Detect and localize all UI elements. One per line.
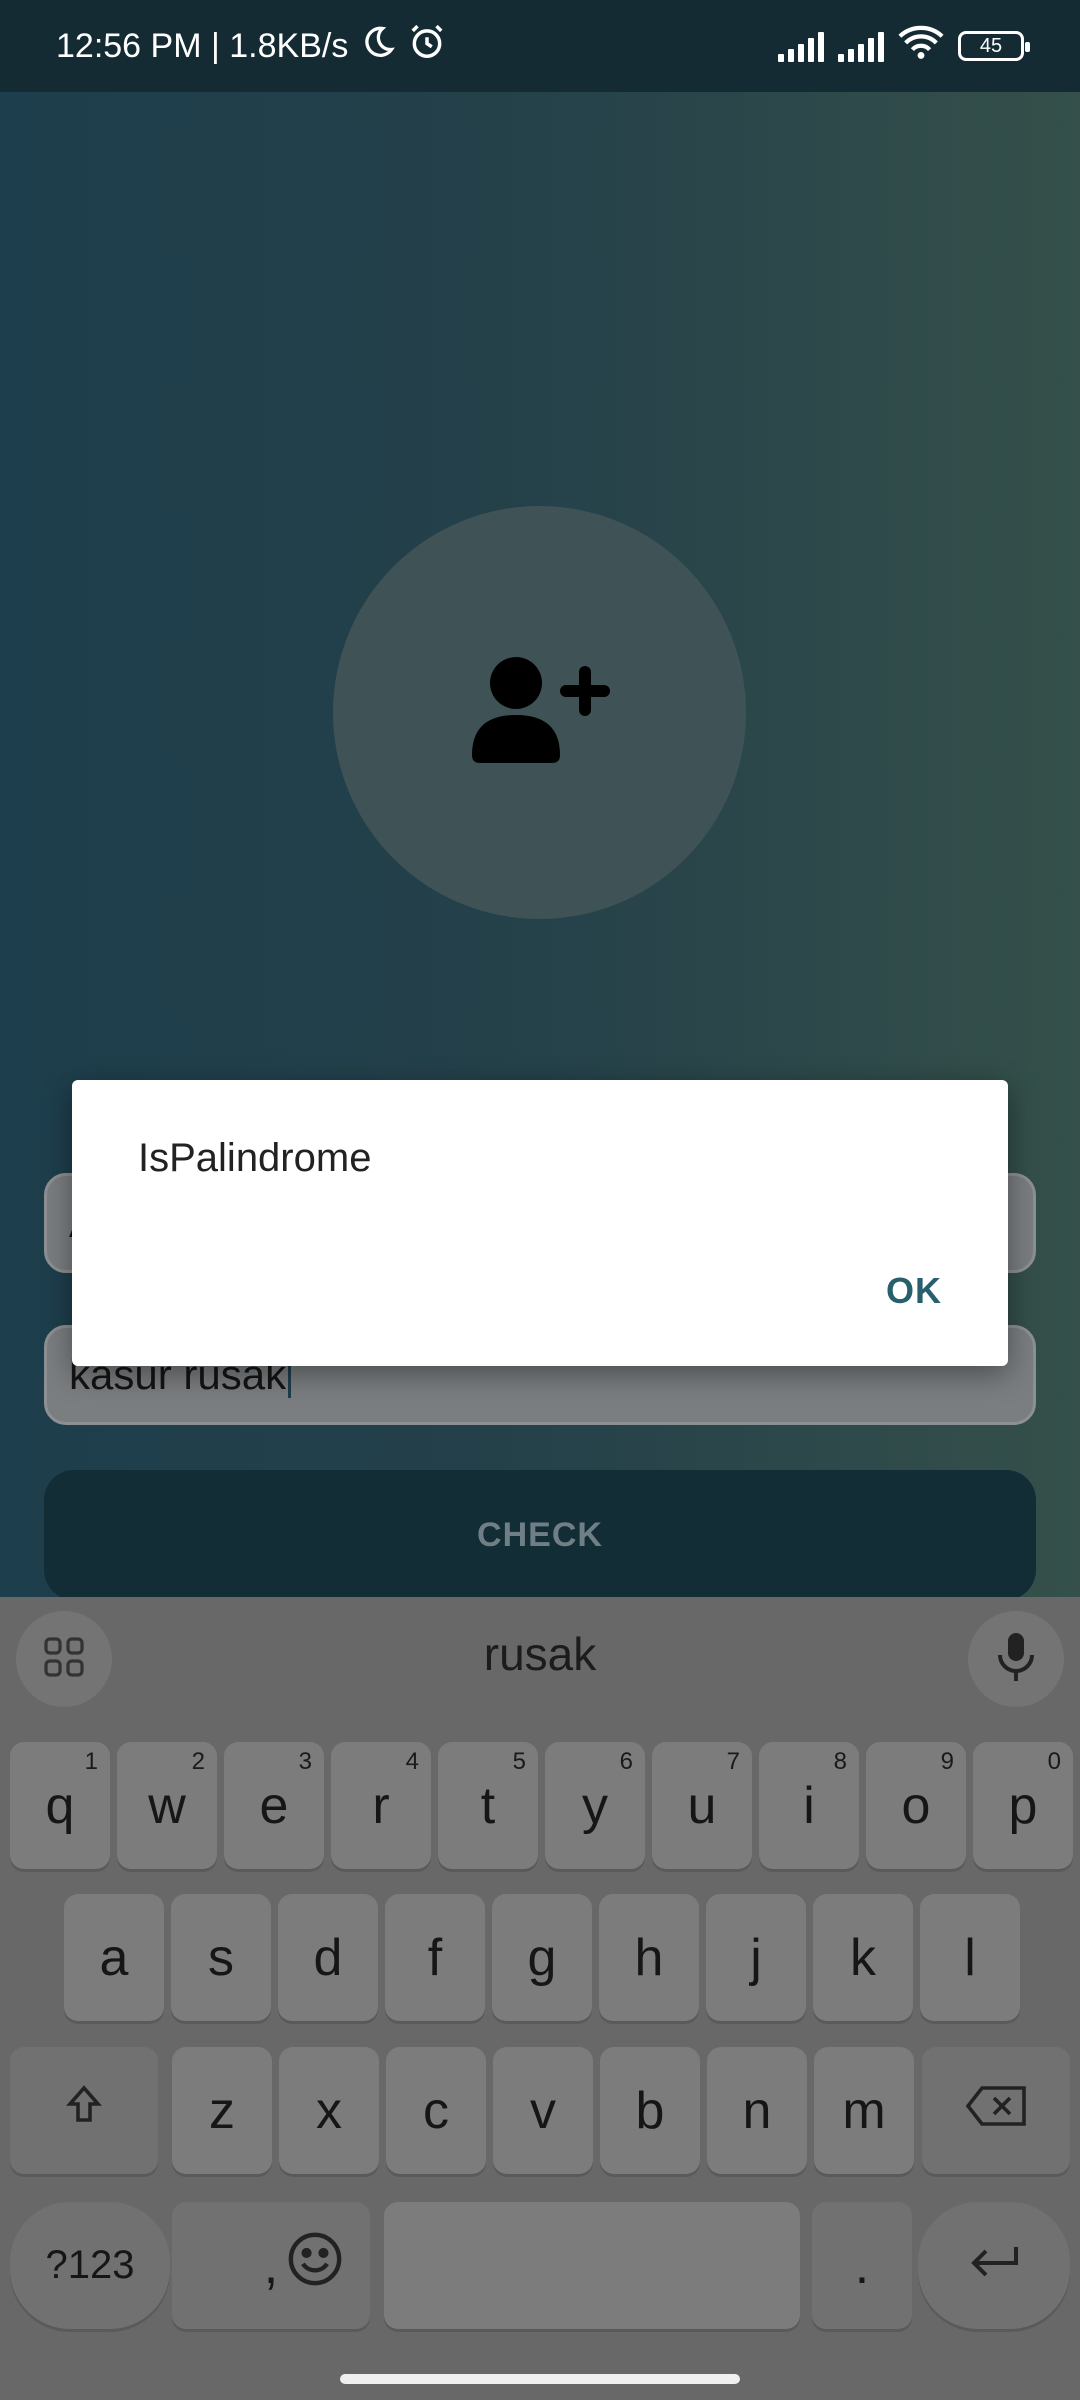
enter-key[interactable] xyxy=(918,2202,1070,2329)
soft-keyboard: rusak q1w2e3r4t5y6u7i8o9p0 asdfghjkl zxc… xyxy=(0,1597,1080,2400)
symbols-key[interactable]: ?123 xyxy=(10,2202,170,2329)
key-r[interactable]: r4 xyxy=(331,1742,431,1869)
signal-icon xyxy=(838,30,884,62)
key-hint: 4 xyxy=(405,1748,419,1775)
key-hint: 6 xyxy=(619,1748,633,1775)
key-u[interactable]: u7 xyxy=(652,1742,752,1869)
key-label: u xyxy=(687,1776,717,1835)
battery-level: 45 xyxy=(979,34,1003,57)
key-label: c xyxy=(423,2081,449,2140)
key-hint: 1 xyxy=(84,1748,98,1775)
key-y[interactable]: y6 xyxy=(545,1742,645,1869)
key-label: v xyxy=(530,2081,556,2140)
key-label: f xyxy=(427,1928,443,1987)
key-hint: 2 xyxy=(191,1748,205,1775)
key-label: h xyxy=(634,1928,664,1987)
key-z[interactable]: z xyxy=(172,2047,272,2174)
key-t[interactable]: t5 xyxy=(438,1742,538,1869)
key-label: z xyxy=(209,2081,235,2140)
signal-icon xyxy=(778,30,824,62)
key-hint: 0 xyxy=(1047,1748,1061,1775)
key-label: i xyxy=(803,1776,815,1835)
key-label: l xyxy=(964,1928,976,1987)
key-f[interactable]: f xyxy=(385,1894,485,2021)
key-d[interactable]: d xyxy=(278,1894,378,2021)
period-key[interactable]: . xyxy=(812,2202,912,2329)
check-button-label: CHECK xyxy=(477,1515,603,1554)
key-b[interactable]: b xyxy=(600,2047,700,2174)
key-hint: 3 xyxy=(298,1748,312,1775)
key-label: x xyxy=(316,2081,342,2140)
emoji-icon xyxy=(286,2230,344,2301)
key-q[interactable]: q1 xyxy=(10,1742,110,1869)
key-hint: 8 xyxy=(833,1748,847,1775)
key-m[interactable]: m xyxy=(814,2047,914,2174)
dialog-ok-button[interactable]: OK xyxy=(886,1270,942,1312)
key-l[interactable]: l xyxy=(920,1894,1020,2021)
key-label: b xyxy=(635,2081,665,2140)
key-label: t xyxy=(480,1776,496,1835)
key-label: s xyxy=(208,1928,234,1987)
wifi-icon xyxy=(898,24,944,69)
mic-icon xyxy=(992,1631,1040,1688)
key-o[interactable]: o9 xyxy=(866,1742,966,1869)
key-w[interactable]: w2 xyxy=(117,1742,217,1869)
key-i[interactable]: i8 xyxy=(759,1742,859,1869)
home-indicator[interactable] xyxy=(340,2374,740,2384)
period-key-label: . xyxy=(854,2236,870,2295)
key-h[interactable]: h xyxy=(599,1894,699,2021)
key-label: e xyxy=(259,1776,289,1835)
add-user-avatar-button[interactable] xyxy=(333,506,746,919)
key-label: r xyxy=(372,1776,390,1835)
backspace-icon xyxy=(964,2081,1028,2141)
backspace-key[interactable] xyxy=(922,2047,1070,2174)
shift-key[interactable] xyxy=(10,2047,158,2174)
suggestion-word[interactable]: rusak xyxy=(0,1627,1080,1681)
key-label: d xyxy=(313,1928,343,1987)
key-label: w xyxy=(148,1776,186,1835)
key-label: k xyxy=(850,1928,876,1987)
enter-icon xyxy=(965,2236,1023,2296)
key-a[interactable]: a xyxy=(64,1894,164,2021)
symbols-key-label: ?123 xyxy=(45,2243,135,2287)
key-v[interactable]: v xyxy=(493,2047,593,2174)
check-button[interactable]: CHECK xyxy=(44,1470,1036,1600)
key-label: n xyxy=(742,2081,772,2140)
key-label: q xyxy=(45,1776,75,1835)
key-hint: 7 xyxy=(726,1748,740,1775)
key-g[interactable]: g xyxy=(492,1894,592,2021)
key-x[interactable]: x xyxy=(279,2047,379,2174)
key-label: a xyxy=(99,1928,129,1987)
key-p[interactable]: p0 xyxy=(973,1742,1073,1869)
key-label: j xyxy=(750,1928,762,1987)
key-label: p xyxy=(1008,1776,1038,1835)
status-time: 12:56 PM | 1.8KB/s xyxy=(56,26,349,65)
suggestion-strip: rusak xyxy=(0,1597,1080,1717)
alert-dialog: IsPalindrome OK xyxy=(72,1080,1008,1366)
key-c[interactable]: c xyxy=(386,2047,486,2174)
key-j[interactable]: j xyxy=(706,1894,806,2021)
emoji-key[interactable] xyxy=(260,2202,370,2329)
space-key[interactable] xyxy=(384,2202,800,2329)
key-s[interactable]: s xyxy=(171,1894,271,2021)
voice-input-button[interactable] xyxy=(968,1611,1064,1707)
alarm-icon xyxy=(408,23,446,70)
key-label: o xyxy=(901,1776,931,1835)
dialog-message: IsPalindrome xyxy=(138,1136,372,1180)
shift-icon xyxy=(60,2080,108,2141)
add-user-icon xyxy=(470,655,610,770)
key-n[interactable]: n xyxy=(707,2047,807,2174)
key-label: y xyxy=(582,1776,608,1835)
key-hint: 9 xyxy=(940,1748,954,1775)
key-label: g xyxy=(527,1928,557,1987)
key-hint: 5 xyxy=(512,1748,526,1775)
key-label: m xyxy=(842,2081,886,2140)
key-k[interactable]: k xyxy=(813,1894,913,2021)
battery-icon: 45 xyxy=(958,31,1030,61)
moon-icon xyxy=(360,24,396,69)
status-bar: 12:56 PM | 1.8KB/s 45 xyxy=(0,0,1080,92)
key-e[interactable]: e3 xyxy=(224,1742,324,1869)
